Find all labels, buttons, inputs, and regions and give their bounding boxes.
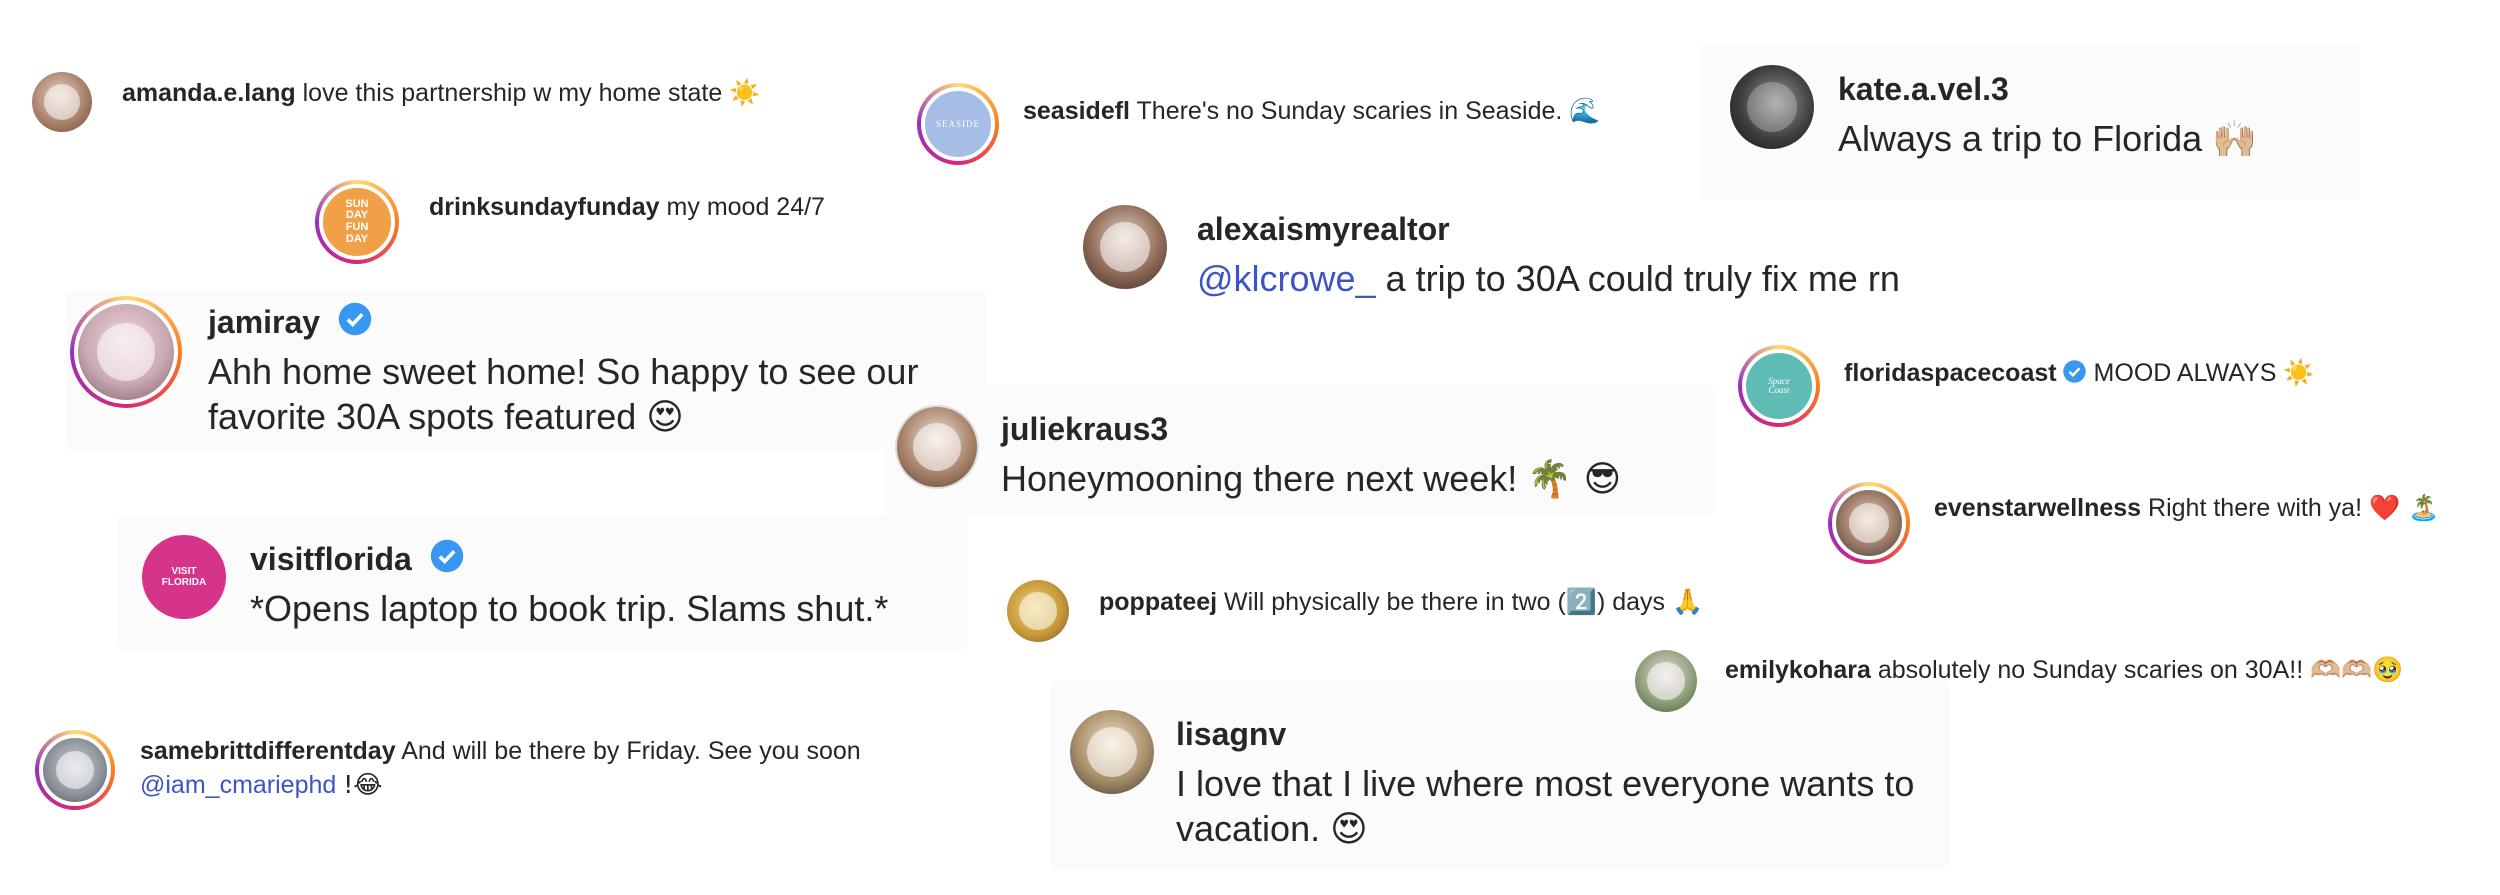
sun-emoji-icon: ☀️ [2283,358,2315,387]
avatar-face-icon [1746,81,1798,133]
heart-island-emoji-icon: ❤️ 🏝️ [2368,493,2440,522]
username[interactable]: poppateej [1099,588,1217,616]
pray-emoji-icon: 🙏 [1671,587,1704,616]
avatar-face-icon [1099,221,1151,273]
comment-text: Honeymooning there next week! [1001,458,1518,499]
avatar[interactable]: VISIT FLORIDA [142,535,226,619]
heart-eyes-emoji-icon: 😍 [1330,809,1368,850]
comment-drinksunday: SUN DAY FUN DAY drinksundayfunday my moo… [315,180,825,264]
avatar-face-icon [1019,592,1057,630]
comment-spacecoast: Space Coast floridaspacecoast MOOD ALWAY… [1738,345,2315,427]
avatar-logo-text: Space Coast [1768,375,1790,395]
laughing-emoji-icon: !😂 [343,770,383,799]
avatar[interactable] [35,730,115,810]
comment-text: a trip to 30A could truly fix me rn [1385,258,1900,299]
heart-hands-emoji-icon: 🫶🏼🫶🏼🥹 [2310,655,2404,684]
avatar-logo-text: SUN DAY FUN DAY [345,197,369,245]
avatar-face-icon [1849,503,1889,543]
comment-emilyk: emilykohara absolutely no Sunday scaries… [1635,650,2404,712]
verified-badge-icon [339,303,372,336]
avatar-face-icon [55,750,95,790]
username[interactable]: lisagnv [1176,716,1286,752]
username[interactable]: evenstarwellness [1934,494,2141,522]
comment-visitflorida: VISIT FLORIDA visitflorida *Opens laptop… [118,515,968,650]
comment-samebritt: samebrittdifferentday And will be there … [35,730,870,810]
sun-emoji-icon: ☀️ [729,78,761,107]
heart-eyes-emoji-icon: 😍 [646,397,684,438]
avatar[interactable]: Space Coast [1738,345,1820,427]
avatar[interactable] [32,72,92,132]
username[interactable]: jamiray [208,304,320,340]
avatar[interactable]: SEASIDE [917,83,999,165]
comment-text: Will physically be there in two (2️⃣) da… [1224,588,1666,616]
avatar-logo-text: SEASIDE [935,119,980,129]
comment-text: And will be there by Friday. See you soo… [401,737,861,765]
comment-text: Right there with ya! [2148,494,2363,522]
avatar[interactable] [1007,580,1069,642]
comment-alexa: alexaismyrealtor @klcrowe_ a trip to 30A… [1083,205,1900,301]
verified-badge-icon [430,540,464,573]
comment-text: love this partnership w my home state [302,79,723,107]
avatar[interactable] [1635,650,1697,712]
comment-text: I love that I live where most everyone w… [1176,763,1915,849]
comment-text: absolutely no Sunday scaries on 30A!! [1877,656,2304,684]
avatar[interactable] [895,405,979,489]
avatar[interactable] [1083,205,1167,289]
comment-text: Ahh home sweet home! So happy to see our… [208,351,919,437]
username[interactable]: drinksundayfunday [429,193,660,221]
username[interactable]: visitflorida [250,541,412,577]
comment-text: MOOD ALWAYS [2093,359,2277,387]
comment-text: my mood 24/7 [666,193,825,221]
username[interactable]: amanda.e.lang [122,79,296,107]
comment-text: *Opens laptop to book trip. Slams shut.* [250,588,889,629]
wave-emoji-icon: 🌊 [1569,96,1601,125]
comment-evenstar: evenstarwellness Right there with ya! ❤️… [1828,482,2439,564]
username[interactable]: emilykohara [1725,656,1871,684]
username[interactable]: juliekraus3 [1001,411,1168,447]
avatar[interactable] [1730,65,1814,149]
avatar-face-icon [1647,662,1685,700]
avatar[interactable] [1828,482,1910,564]
comment-text: Always a trip to Florida [1838,118,2203,159]
raised-hands-emoji-icon: 🙌🏼 [2212,119,2257,160]
avatar-face-icon [1086,726,1138,778]
avatar-face-icon [97,323,155,381]
username[interactable]: alexaismyrealtor [1197,211,1450,247]
comment-juliek: juliekraus3 Honeymooning there next week… [885,385,1715,515]
avatar-logo-text: VISIT FLORIDA [161,566,207,588]
username[interactable]: seasidefl [1023,97,1130,125]
comment-text: There's no Sunday scaries in Seaside. [1136,97,1563,125]
comment-jamiray: jamiray Ahh home sweet home! So happy to… [66,290,986,450]
comment-poppateej: poppateej Will physically be there in tw… [1007,580,1703,642]
comment-amanda: amanda.e.lang love this partnership w my… [32,72,760,132]
comment-kate: kate.a.vel.3 Always a trip to Florida 🙌🏼 [1700,45,2360,200]
verified-badge-icon [2062,360,2086,383]
avatar[interactable] [70,296,182,408]
avatar-face-icon [44,84,80,120]
avatar[interactable] [1070,710,1154,794]
palm-sunglasses-emoji-icon: 🌴 😎 [1527,459,1622,500]
avatar-face-icon [913,423,961,471]
username[interactable]: kate.a.vel.3 [1838,71,2009,107]
comment-seasidefl: SEASIDE seasidefl There's no Sunday scar… [917,83,1600,165]
username[interactable]: samebrittdifferentday [140,737,396,765]
username[interactable]: floridaspacecoast [1844,359,2057,387]
mention-link[interactable]: @klcrowe_ [1197,258,1376,299]
avatar[interactable]: SUN DAY FUN DAY [315,180,399,264]
mention-link[interactable]: @iam_cmariephd [140,771,336,799]
